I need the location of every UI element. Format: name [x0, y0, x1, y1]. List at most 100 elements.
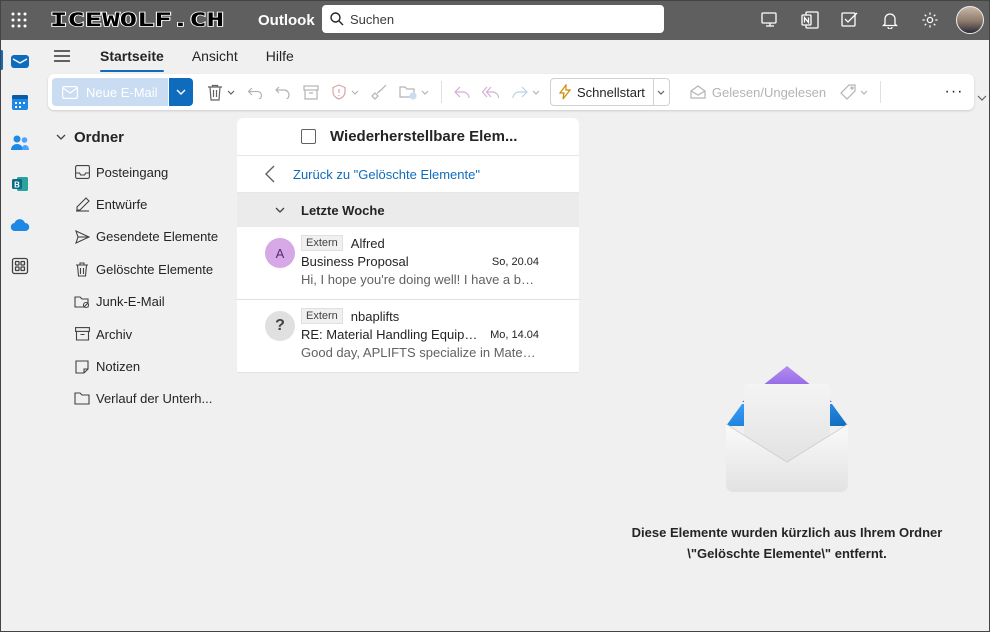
folder-archiv[interactable]: Archiv — [40, 318, 236, 350]
read-unread-button[interactable]: Gelesen/Ungelesen — [682, 85, 834, 100]
send-icon — [74, 229, 90, 245]
external-tag: Extern — [301, 235, 343, 251]
tab-hilfe[interactable]: Hilfe — [266, 44, 294, 68]
svg-text:B: B — [14, 180, 20, 189]
folder-gesendete-elemente[interactable]: Gesendete Elemente — [40, 221, 236, 253]
search-input[interactable] — [350, 11, 664, 27]
chevron-down-icon — [56, 134, 66, 140]
ribbon-separator — [441, 81, 442, 103]
svg-text:ICEWOLF.CH: ICEWOLF.CH — [50, 10, 224, 30]
message-item[interactable]: ? Extern nbaplifts RE: Material Handling… — [237, 300, 579, 373]
message-subject: Business Proposal — [301, 254, 409, 269]
chevron-down-icon — [176, 89, 186, 95]
reply-all-icon[interactable] — [476, 78, 506, 106]
message-list: Wiederherstellbare Elem... Zurück zu "Ge… — [237, 118, 579, 632]
sender-name: nbaplifts — [350, 308, 400, 324]
new-mail-button[interactable]: Neue E-Mail — [52, 78, 168, 106]
message-date: So, 20.04 — [491, 256, 539, 268]
message-item[interactable]: A Extern Alfred Business Proposal So, 20… — [237, 227, 579, 300]
message-list-header: Wiederherstellbare Elem... — [237, 118, 579, 156]
tab-startseite[interactable]: Startseite — [100, 44, 164, 72]
pencil-icon — [74, 197, 90, 213]
trash-icon — [208, 84, 222, 101]
message-date: Mo, 14.04 — [490, 329, 539, 341]
onedrive-app-icon[interactable] — [0, 204, 40, 245]
folder-posteingang[interactable]: Posteingang — [40, 156, 236, 188]
folder-geloeschte-elemente[interactable]: Gelöschte Elemente — [40, 253, 236, 285]
sender-avatar: A — [265, 238, 295, 268]
quick-steps-label: Schnellstart — [577, 84, 645, 100]
folder-icon — [74, 391, 90, 407]
envelope-open-icon — [690, 85, 706, 99]
mail-app-icon[interactable] — [0, 40, 40, 81]
tab-ansicht[interactable]: Ansicht — [192, 44, 238, 68]
message-preview: Hi, I hope you're doing well! I have a b… — [301, 272, 539, 287]
calendar-app-icon[interactable] — [0, 81, 40, 122]
chevron-down-icon — [275, 207, 285, 213]
chevron-left-icon — [265, 165, 275, 183]
chevron-down-icon — [657, 90, 665, 95]
sender-avatar: ? — [265, 311, 295, 341]
select-all-checkbox[interactable] — [301, 129, 316, 144]
report-icon[interactable] — [325, 78, 365, 106]
sweep-icon[interactable] — [365, 78, 393, 106]
message-subject: RE: Material Handling Equipm... — [301, 327, 481, 342]
tag-icon[interactable] — [834, 78, 874, 106]
delete-button[interactable] — [201, 78, 241, 106]
archive-icon — [74, 326, 90, 342]
message-list-title: Wiederherstellbare Elem... — [330, 128, 518, 145]
inbox-icon — [74, 164, 90, 180]
reply-icon[interactable] — [448, 78, 476, 106]
user-avatar[interactable] — [956, 6, 984, 34]
undo-icon[interactable] — [241, 78, 269, 106]
reading-pane: Diese Elemente wurden kürzlich aus Ihrem… — [580, 118, 990, 632]
note-icon — [74, 359, 90, 375]
external-tag: Extern — [301, 308, 343, 324]
brand-logo: ICEWOLF.CH — [50, 10, 225, 30]
todo-icon[interactable] — [830, 0, 870, 40]
folder-pane: Ordner Posteingang Entwürfe Gesendete El… — [40, 118, 236, 632]
new-mail-label: Neue E-Mail — [86, 84, 158, 100]
bell-icon[interactable] — [870, 0, 910, 40]
restore-icon[interactable] — [269, 78, 297, 106]
app-name[interactable]: Outlook — [258, 12, 315, 29]
message-preview: Good day, APLIFTS specialize in Material… — [301, 345, 539, 360]
ribbon-tabs: Startseite Ansicht Hilfe — [40, 40, 990, 72]
folder-junk-e-mail[interactable]: Junk-E-Mail — [40, 286, 236, 318]
folder-verlauf-der-unterhaltung[interactable]: Verlauf der Unterh... — [40, 383, 236, 415]
empty-state-message: Diese Elemente wurden kürzlich aus Ihrem… — [631, 525, 943, 561]
people-app-icon[interactable] — [0, 122, 40, 163]
search-icon — [330, 12, 344, 26]
trash-icon — [74, 261, 90, 277]
quick-steps-dropdown[interactable] — [653, 78, 670, 106]
bookings-app-icon[interactable]: B — [0, 163, 40, 204]
more-options-button[interactable]: ··· — [934, 83, 974, 101]
forward-icon[interactable] — [506, 78, 546, 106]
read-unread-label: Gelesen/Ungelesen — [711, 84, 827, 100]
chevron-down-icon — [227, 90, 235, 95]
meet-now-icon[interactable] — [750, 0, 790, 40]
app-launcher-icon[interactable] — [0, 0, 38, 40]
move-to-folder-icon[interactable] — [393, 78, 435, 106]
folders-header[interactable]: Ordner — [40, 118, 236, 156]
ribbon-toolbar: Neue E-Mail Schnellstart Gelesen/Ungeles… — [48, 74, 974, 110]
more-apps-icon[interactable] — [0, 245, 40, 286]
hamburger-menu-icon[interactable] — [40, 50, 84, 62]
folder-notizen[interactable]: Notizen — [40, 350, 236, 382]
gear-icon[interactable] — [910, 0, 950, 40]
ribbon-expand-icon[interactable] — [976, 92, 988, 104]
top-bar: ICEWOLF.CH Outlook — [0, 0, 990, 40]
quick-steps-button[interactable]: Schnellstart — [550, 78, 654, 106]
new-mail-dropdown[interactable] — [169, 78, 193, 106]
junk-folder-icon — [74, 294, 90, 310]
empty-mailbox-illustration — [725, 366, 849, 492]
group-header-last-week[interactable]: Letzte Woche — [237, 193, 579, 227]
onenote-icon[interactable] — [790, 0, 830, 40]
archive-icon[interactable] — [297, 78, 325, 106]
lightning-icon — [559, 84, 571, 100]
back-to-deleted-items-link[interactable]: Zurück zu "Gelöschte Elemente" — [237, 156, 579, 193]
ribbon-separator — [880, 81, 882, 103]
app-rail: B — [0, 40, 40, 632]
search-box[interactable] — [322, 5, 664, 33]
folder-entwuerfe[interactable]: Entwürfe — [40, 188, 236, 220]
